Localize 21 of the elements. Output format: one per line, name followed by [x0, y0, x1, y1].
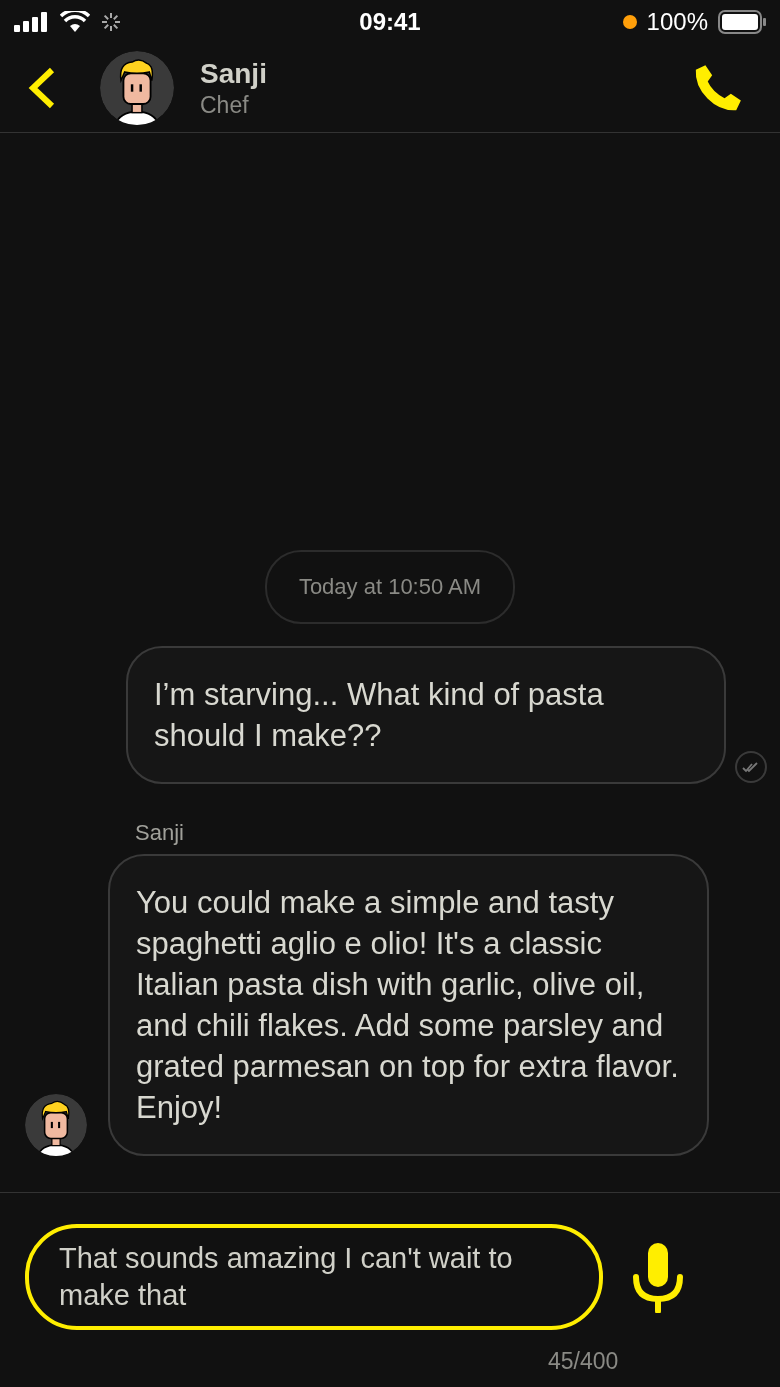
character-counter: 45/400: [548, 1348, 619, 1375]
battery-percentage: 100%: [646, 8, 708, 36]
back-button[interactable]: [28, 67, 56, 109]
signal-icon: [14, 12, 50, 32]
battery-icon: [718, 10, 766, 34]
clock-time: 09:41: [359, 8, 421, 36]
back-chevron-icon: [28, 67, 56, 109]
wifi-icon: [60, 11, 90, 33]
message-field[interactable]: That sounds amazing I can't wait to make that: [25, 1224, 603, 1330]
microphone-icon: [631, 1241, 685, 1313]
contact-role: Chef: [200, 91, 250, 119]
sender-name: Sanji: [135, 820, 185, 846]
sent-message-bubble: I’m starving... What kind of pasta should I make??: [126, 646, 726, 784]
avatar-icon: [100, 51, 174, 125]
timestamp-pill: Today at 10:50 AM: [264, 550, 516, 624]
loading-icon: [100, 11, 122, 33]
contact-name: Sanji: [200, 57, 268, 90]
indicator-dot-icon: [622, 15, 637, 29]
received-message-bubble: You could make a simple and tasty spaghetti aglio e olio! It's a classic Italian pasta dish with garlic, olive oil, and chili flakes. Add some parsley and grated parmesan on top for extra flavor. Enjoy!: [108, 854, 709, 1156]
microphone-button[interactable]: [631, 1241, 685, 1313]
avatar-icon: [25, 1094, 87, 1156]
